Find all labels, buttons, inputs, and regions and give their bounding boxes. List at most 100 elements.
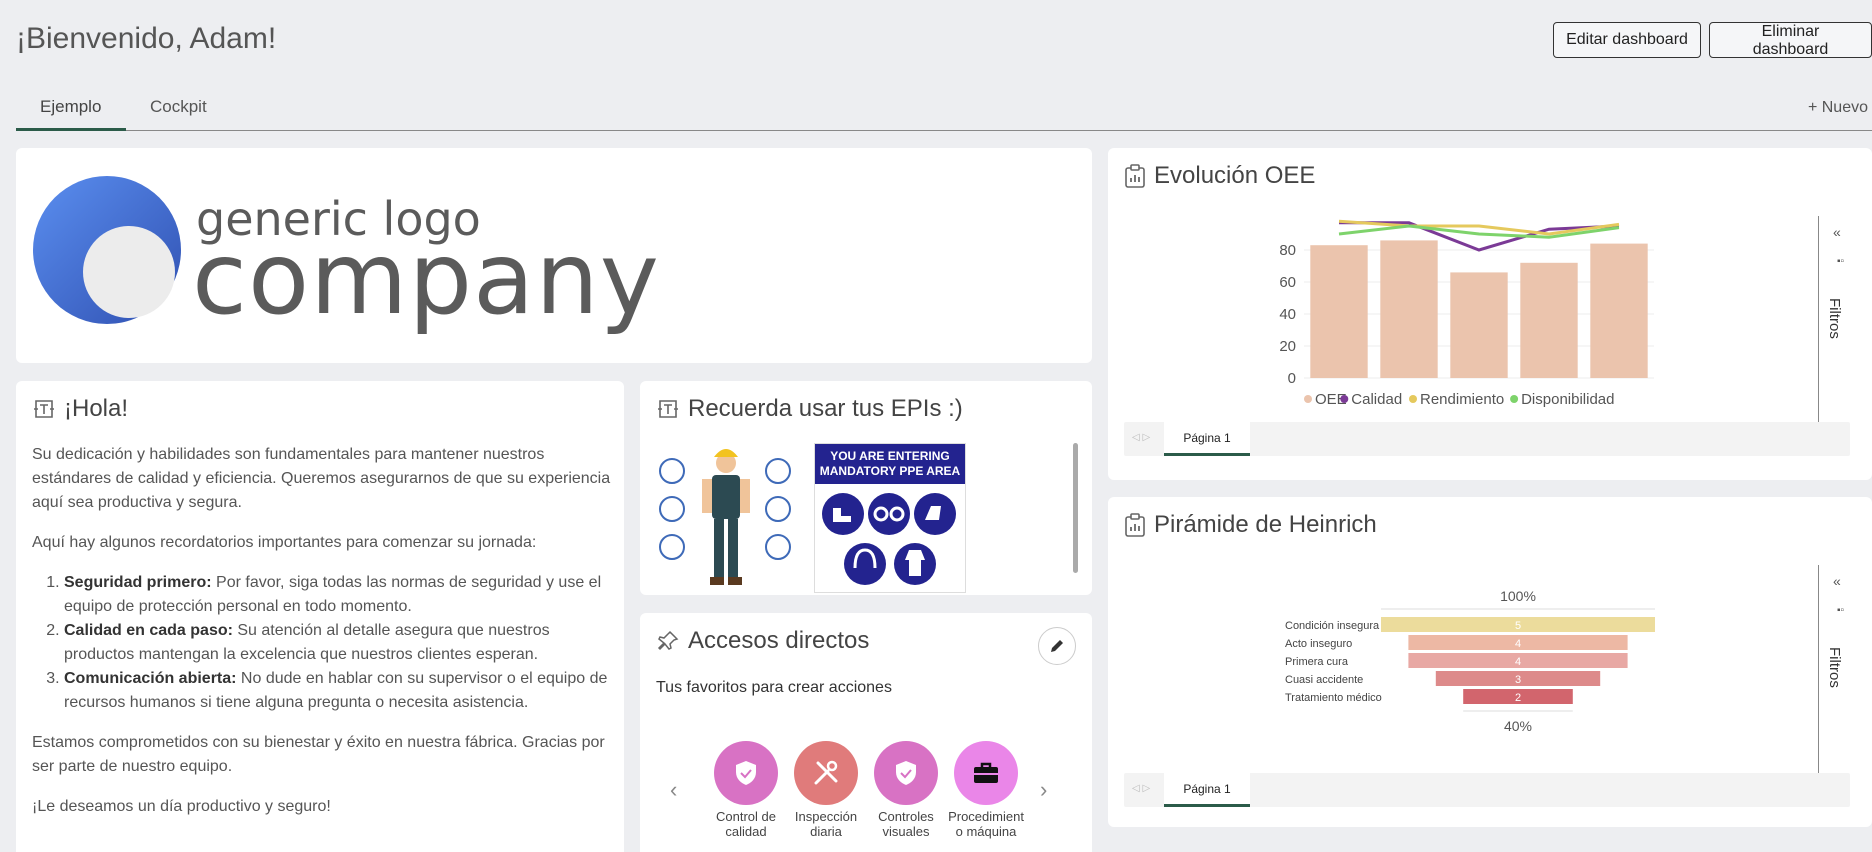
funnel-category-label: Primera cura: [1285, 656, 1349, 668]
chevron-left-icon[interactable]: ‹: [670, 777, 677, 803]
epi-title: Recuerda usar tus EPIs :): [656, 395, 963, 423]
legend-label: Rendimiento: [1420, 391, 1504, 408]
shortcut-label: Controles visuales: [878, 809, 934, 839]
hola-body: Su dedicación y habilidades son fundamen…: [32, 443, 612, 835]
chevron-right-icon[interactable]: ›: [1040, 777, 1047, 803]
shortcuts-card: Accesos directos Tus favoritos para crea…: [640, 613, 1092, 852]
ppe-sign: YOU ARE ENTERING MANDATORY PPE AREA: [814, 443, 966, 593]
company-logo-icon: [33, 176, 181, 324]
filters-label: Filtros: [1826, 647, 1843, 688]
y-tick-label: 40: [1279, 306, 1296, 323]
collapse-chevron-icon[interactable]: «: [1833, 573, 1841, 589]
pyramid-chart: 100% 5 Condición insegura 4 Acto inseguro 4 Pr…: [1285, 588, 1655, 734]
oee-filters-panel[interactable]: « ▪▫ Filtros: [1818, 216, 1858, 426]
list-item: Comunicación abierta: No dude en hablar …: [64, 667, 612, 715]
shield-check-icon: [714, 741, 778, 805]
oee-chart: 020406080OEE Calidad Rendimiento Disponibil…: [1279, 219, 1654, 408]
shortcut-label: Inspección diaria: [794, 809, 858, 839]
new-tab-button[interactable]: + Nuevo: [1808, 99, 1868, 117]
legend-label: Disponibilidad: [1521, 391, 1614, 408]
funnel-value-label: 5: [1515, 620, 1521, 632]
filter-icon: ▪▫: [1837, 256, 1845, 267]
funnel-category-label: Cuasi accidente: [1285, 674, 1363, 686]
collapse-chevron-icon[interactable]: «: [1833, 224, 1841, 240]
funnel-value-label: 4: [1515, 638, 1521, 650]
filters-label: Filtros: [1826, 298, 1843, 339]
oee-title-text: Evolución OEE: [1154, 162, 1316, 189]
y-tick-label: 80: [1279, 242, 1296, 259]
legend-marker: [1409, 395, 1417, 403]
pyramid-page-bar: ◁ ▷ Página 1: [1124, 773, 1850, 807]
shortcut-control-calidad[interactable]: Control de calidad: [706, 741, 786, 839]
ppe-sign-banner: YOU ARE ENTERING MANDATORY PPE AREA: [815, 444, 965, 484]
page-tab[interactable]: Página 1: [1164, 773, 1250, 807]
bar-oee: [1310, 245, 1368, 378]
delete-dashboard-button[interactable]: Eliminar dashboard: [1709, 22, 1872, 58]
text-block-icon: [658, 400, 678, 418]
y-tick-label: 60: [1279, 274, 1296, 291]
epi-title-text: Recuerda usar tus EPIs :): [688, 395, 963, 422]
page-nav-arrows-icon[interactable]: ◁ ▷: [1132, 783, 1150, 794]
oee-card: Evolución OEE 0 20 40 60 80 OEE Calidad Rendimi…: [1108, 148, 1872, 480]
pin-icon: [657, 630, 679, 651]
funnel-bottom-label: 40%: [1504, 718, 1532, 734]
shortcut-label: Control de calidad: [716, 809, 776, 839]
shield-check-icon: [874, 741, 938, 805]
legend-marker: [1510, 395, 1519, 403]
edit-shortcuts-button[interactable]: [1038, 627, 1076, 665]
funnel-top-label: 100%: [1500, 588, 1536, 604]
shortcut-label: Procedimient o máquina: [948, 809, 1024, 839]
funnel-value-label: 4: [1515, 656, 1521, 668]
oee-title: Evolución OEE: [1124, 162, 1315, 190]
shortcut-inspeccion-diaria[interactable]: Inspección diaria: [786, 741, 866, 839]
tab-cockpit[interactable]: Cockpit: [126, 88, 262, 131]
dashboard-tabs: Ejemplo Cockpit + Nuevo: [16, 88, 1872, 131]
bar-oee: [1380, 240, 1438, 378]
edit-dashboard-button[interactable]: Editar dashboard: [1553, 22, 1701, 58]
funnel-value-label: 3: [1515, 674, 1521, 686]
y-tick-label: 0: [1288, 370, 1296, 387]
list-item: Seguridad primero: Por favor, siga todas…: [64, 571, 612, 619]
briefcase-icon: [954, 741, 1018, 805]
clipboard-chart-icon: [1125, 164, 1145, 188]
filter-icon: ▪▫: [1837, 605, 1845, 616]
tools-icon: [794, 741, 858, 805]
page-tab[interactable]: Página 1: [1164, 422, 1250, 456]
hola-title-text: ¡Hola!: [64, 395, 129, 422]
funnel-value-label: 2: [1515, 692, 1521, 704]
hola-title: ¡Hola!: [32, 395, 128, 423]
legend-label: Calidad: [1351, 391, 1402, 408]
pyramid-filters-panel[interactable]: « ▪▫ Filtros: [1818, 565, 1858, 775]
funnel-category-label: Condición insegura: [1285, 620, 1380, 632]
bar-oee: [1520, 262, 1578, 378]
page-title: ¡Bienvenido, Adam!: [16, 22, 277, 55]
shortcuts-title: Accesos directos: [656, 627, 869, 655]
hola-paragraph-3: Estamos comprometidos con su bienestar y…: [32, 734, 605, 775]
funnel-category-label: Tratamiento médico: [1285, 692, 1382, 704]
hola-paragraph-1: Su dedicación y habilidades son fundamen…: [32, 446, 611, 511]
pyramid-title: Pirámide de Heinrich: [1124, 511, 1377, 539]
ppe-symbols-icon: [822, 493, 956, 585]
ppe-worker-illustration: [659, 449, 791, 585]
funnel-category-label: Acto inseguro: [1285, 638, 1352, 650]
legend-marker: [1304, 395, 1312, 403]
shortcuts-subtitle: Tus favoritos para crear acciones: [656, 679, 892, 696]
hola-card: ¡Hola! Su dedicación y habilidades son f…: [16, 381, 624, 852]
epi-card: Recuerda usar tus EPIs :) YOU ARE ENTERI…: [640, 381, 1092, 595]
shortcuts-title-text: Accesos directos: [688, 627, 870, 654]
bar-oee: [1590, 243, 1648, 378]
pencil-icon: [1051, 640, 1063, 652]
shortcut-procedimiento-maquina[interactable]: Procedimient o máquina: [946, 741, 1026, 839]
legend-marker: [1340, 395, 1349, 403]
shortcut-controles-visuales[interactable]: Controles visuales: [866, 741, 946, 839]
page-nav-arrows-icon[interactable]: ◁ ▷: [1132, 432, 1150, 443]
hola-paragraph-2: Aquí hay algunos recordatorios important…: [32, 534, 537, 551]
pyramid-title-text: Pirámide de Heinrich: [1154, 511, 1377, 538]
epi-scrollbar[interactable]: [1073, 443, 1078, 573]
pyramid-card: Pirámide de Heinrich 100% 5 Condición inse…: [1108, 497, 1872, 827]
list-item: Calidad en cada paso: Su atención al det…: [64, 619, 612, 667]
reminder-list: Seguridad primero: Por favor, siga todas…: [32, 571, 612, 715]
tab-ejemplo[interactable]: Ejemplo: [16, 88, 126, 131]
logo-card: generic logo company: [16, 148, 1092, 363]
y-tick-label: 20: [1279, 338, 1296, 355]
